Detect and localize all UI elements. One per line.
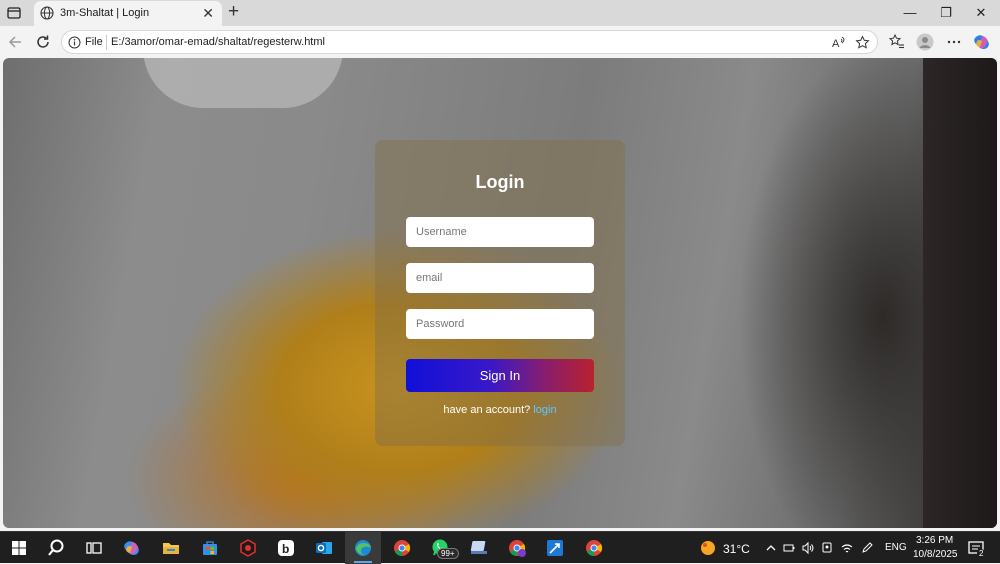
volume-icon[interactable] bbox=[801, 541, 815, 555]
read-aloud-icon[interactable]: A bbox=[831, 35, 846, 50]
sign-in-button[interactable]: Sign In bbox=[406, 359, 594, 392]
taskbar: b 99+ 31°C ENG 3:26 PM 10/8/2025 2 bbox=[0, 531, 1000, 564]
page-viewport: Login Sign In have an account? login bbox=[3, 58, 997, 528]
favorites-icon[interactable] bbox=[888, 33, 906, 51]
profile-avatar-icon[interactable] bbox=[916, 33, 934, 51]
clock-time[interactable]: 3:26 PM bbox=[916, 535, 953, 546]
globe-icon bbox=[40, 6, 54, 20]
url-divider bbox=[106, 35, 107, 50]
maximize-button[interactable]: ❐ bbox=[931, 4, 961, 22]
store-icon[interactable] bbox=[200, 538, 220, 558]
chrome-icon[interactable] bbox=[392, 538, 412, 558]
close-window-button[interactable]: ✕ bbox=[966, 4, 996, 22]
login-link[interactable]: login bbox=[533, 404, 556, 416]
battery-icon[interactable] bbox=[782, 541, 796, 555]
app-red-icon[interactable] bbox=[238, 538, 258, 558]
task-view-icon[interactable] bbox=[84, 538, 104, 558]
search-icon[interactable] bbox=[46, 538, 66, 558]
tab-close-icon[interactable]: ✕ bbox=[202, 5, 214, 21]
file-explorer-icon[interactable] bbox=[161, 538, 181, 558]
app-blue-icon[interactable] bbox=[545, 538, 565, 558]
meet-now-icon[interactable] bbox=[820, 541, 834, 555]
edge-icon[interactable] bbox=[353, 538, 373, 558]
svg-text:b: b bbox=[282, 542, 289, 556]
address-toolbar: File E:/3amor/omar-emad/shaltat/regester… bbox=[0, 26, 1000, 58]
copilot-icon[interactable] bbox=[973, 33, 991, 51]
tab-bar: 3m-Shaltat | Login ✕ + — ❐ ✕ bbox=[0, 0, 1000, 26]
weather-temperature[interactable]: 31°C bbox=[723, 542, 750, 556]
tab-title: 3m-Shaltat | Login bbox=[60, 7, 150, 19]
refresh-icon[interactable] bbox=[34, 33, 52, 51]
username-input[interactable] bbox=[406, 217, 594, 247]
whatsapp-badge: 99+ bbox=[437, 548, 459, 559]
active-tab[interactable]: 3m-Shaltat | Login ✕ bbox=[34, 1, 222, 26]
app-terminal-icon[interactable] bbox=[469, 538, 489, 558]
email-input[interactable] bbox=[406, 263, 594, 293]
svg-text:A: A bbox=[832, 38, 840, 50]
chrome-alt-icon[interactable] bbox=[584, 538, 604, 558]
url-text[interactable]: E:/3amor/omar-emad/shaltat/regesterw.htm… bbox=[111, 36, 325, 48]
pen-icon[interactable] bbox=[860, 541, 874, 555]
login-card: Login Sign In have an account? login bbox=[375, 140, 625, 446]
url-scheme-label: File bbox=[85, 36, 103, 48]
chrome-profile-icon[interactable] bbox=[507, 538, 527, 558]
password-input[interactable] bbox=[406, 309, 594, 339]
minimize-button[interactable]: — bbox=[895, 4, 925, 22]
new-tab-button[interactable]: + bbox=[228, 2, 239, 22]
favorite-star-icon[interactable] bbox=[855, 35, 870, 50]
wifi-icon[interactable] bbox=[840, 541, 854, 555]
app-b-icon[interactable]: b bbox=[276, 538, 296, 558]
background-photo-detail bbox=[143, 58, 343, 108]
url-bar[interactable]: File E:/3amor/omar-emad/shaltat/regester… bbox=[61, 30, 878, 54]
language-indicator[interactable]: ENG bbox=[885, 542, 907, 553]
clock-date[interactable]: 10/8/2025 bbox=[913, 549, 958, 560]
info-icon[interactable] bbox=[68, 36, 81, 49]
account-prompt-line: have an account? login bbox=[375, 404, 625, 416]
login-title: Login bbox=[475, 172, 525, 192]
account-prompt-text: have an account? bbox=[443, 404, 534, 416]
more-menu-icon[interactable] bbox=[945, 33, 963, 51]
weather-icon[interactable] bbox=[698, 538, 718, 558]
back-arrow-icon[interactable] bbox=[7, 33, 25, 51]
background-photo-shadow bbox=[923, 58, 997, 528]
outlook-icon[interactable] bbox=[314, 538, 334, 558]
copilot-icon[interactable] bbox=[122, 538, 142, 558]
start-icon[interactable] bbox=[9, 538, 29, 558]
chevron-up-icon[interactable] bbox=[764, 541, 778, 555]
window-menu-icon[interactable] bbox=[6, 5, 22, 21]
